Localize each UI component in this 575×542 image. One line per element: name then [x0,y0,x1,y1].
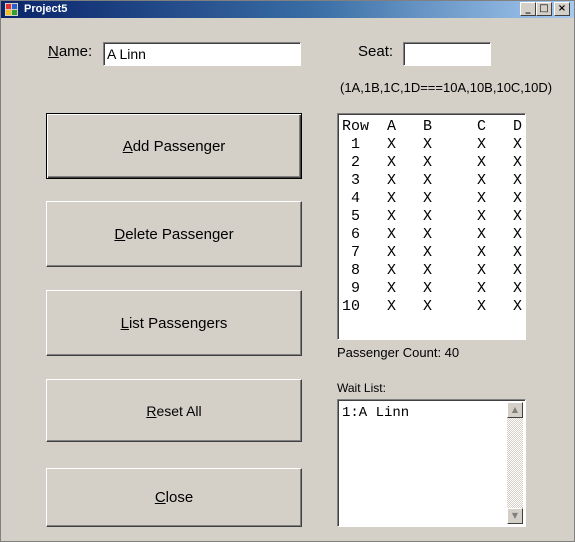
close-label: lose [165,489,194,506]
list-passengers-mnemonic: L [120,314,129,332]
name-input[interactable]: A Linn [103,42,301,66]
close-mnemonic: C [154,489,166,506]
seat-chart-listbox[interactable]: Row A B C D 1 X X X X 2 X X X X 3 X X X … [337,113,526,340]
reset-all-label: eset All [156,402,202,419]
main-window: Project5 _ □ × Name: A Linn Seat: (1A,1B… [0,0,575,542]
seat-row[interactable]: 5 X X X X [342,208,522,226]
seat-row[interactable]: 6 X X X X [342,226,522,244]
reset-all-button[interactable]: Reset All [46,379,302,442]
scroll-down-icon: ▼ [511,511,519,520]
seat-row[interactable]: 1 X X X X [342,136,522,154]
seat-row[interactable]: 4 X X X X [342,190,522,208]
name-label-mnemonic: N [48,43,59,60]
close-icon: × [557,3,567,14]
seat-row[interactable]: 3 X X X X [342,172,522,190]
seat-row[interactable]: 2 X X X X [342,154,522,172]
wait-list-listbox[interactable]: 1:A Linn ▲ ▼ [337,399,526,527]
seat-label: Seat: [358,43,394,60]
add-passenger-label: dd Passenger [132,137,226,155]
title-bar[interactable]: Project5 _ □ × [1,1,574,18]
maximize-icon: □ [539,3,549,14]
wait-list-scrollbar[interactable]: ▲ ▼ [507,402,523,524]
add-passenger-button[interactable]: Add Passenger [46,113,302,179]
seat-format-hint: (1A,1B,1C,1D===10A,10B,10C,10D) [340,80,553,95]
add-passenger-mnemonic: A [122,137,133,155]
seat-row[interactable]: 10 X X X X [342,298,522,316]
window-title: Project5 [24,3,68,15]
reset-all-mnemonic: R [146,402,157,419]
wait-list-label: Wait List: [337,381,386,395]
wait-list-item[interactable]: 1:A Linn [342,404,409,422]
seat-chart-header: Row A B C D [342,118,523,135]
seat-row[interactable]: 9 X X X X [342,280,522,298]
name-label: Name: [48,43,92,60]
passenger-count-label: Passenger Count: 40 [337,345,460,360]
name-label-rest: ame: [58,43,93,60]
delete-passenger-button[interactable]: Delete Passenger [46,201,302,267]
scroll-up-button[interactable]: ▲ [507,402,523,418]
delete-passenger-label: elete Passenger [125,225,234,243]
delete-passenger-mnemonic: D [114,225,126,243]
close-window-button[interactable]: × [554,2,570,16]
app-icon [5,3,18,16]
scroll-down-button[interactable]: ▼ [507,508,523,524]
list-passengers-button[interactable]: List Passengers [46,290,302,356]
maximize-button[interactable]: □ [536,2,552,16]
minimize-button[interactable]: _ [520,2,536,16]
minimize-icon: _ [525,3,531,14]
seat-row[interactable]: 8 X X X X [342,262,522,280]
seat-input[interactable] [403,42,491,66]
seat-row[interactable]: 7 X X X X [342,244,522,262]
close-button[interactable]: Close [46,468,302,527]
name-input-value: A Linn [107,46,146,62]
list-passengers-label: ist Passengers [128,314,228,332]
scroll-up-icon: ▲ [511,405,519,414]
